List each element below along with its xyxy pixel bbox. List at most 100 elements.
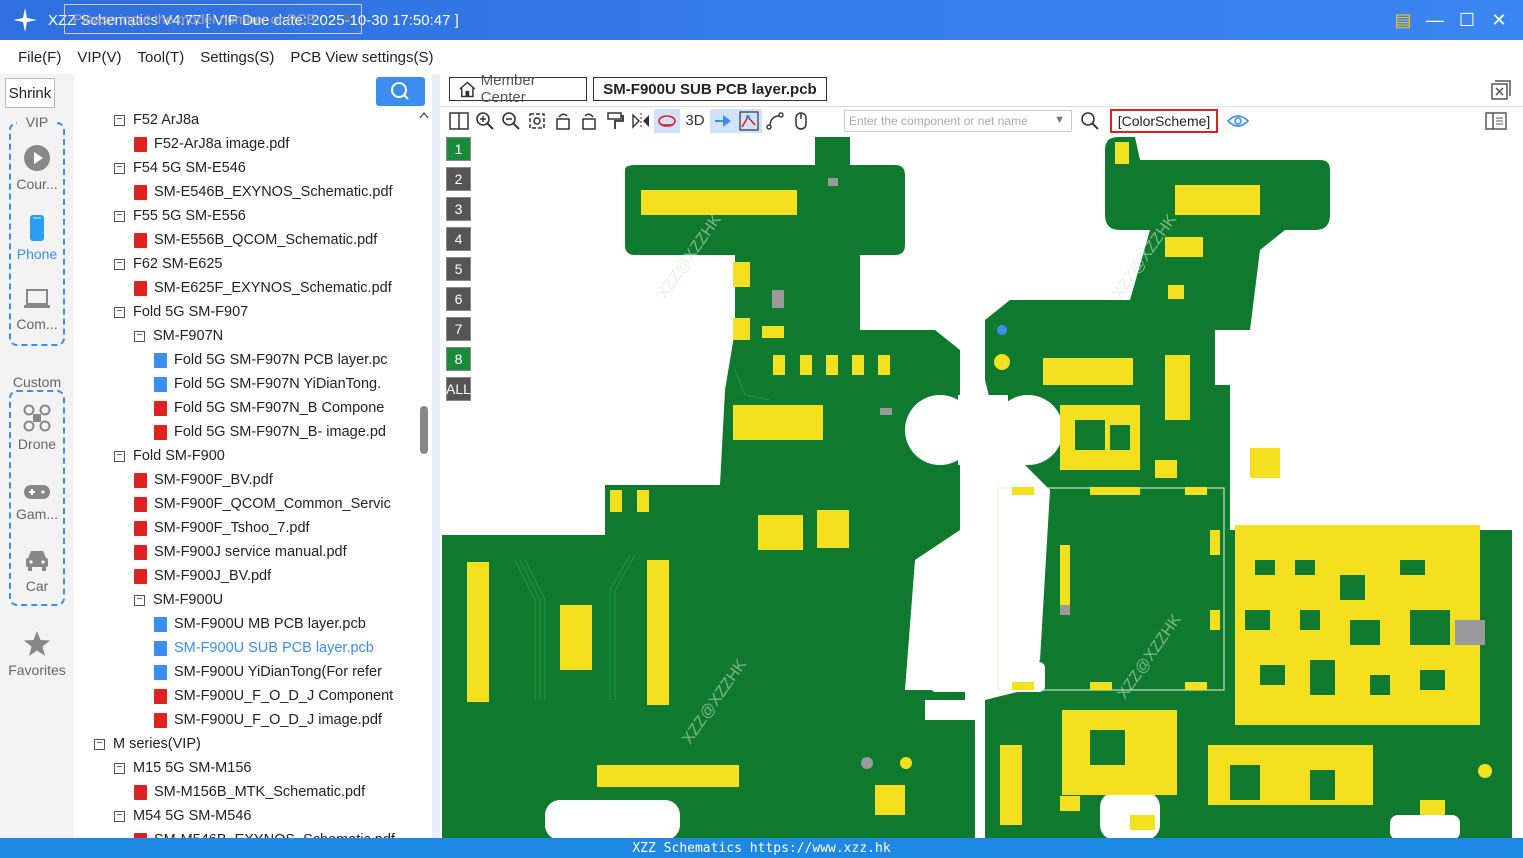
tree-folder[interactable]: − SM-F900U xyxy=(134,588,223,612)
layer-button-8[interactable]: 8 xyxy=(446,347,471,371)
vip-bag-icon[interactable]: ▤ xyxy=(1393,10,1413,30)
zoom-out-icon[interactable] xyxy=(498,109,524,133)
tree-folder[interactable]: − F55 5G SM-E556 xyxy=(114,204,246,228)
nav-phone[interactable]: Phone xyxy=(0,214,74,262)
tree-folder[interactable]: − Fold SM-F900 xyxy=(114,444,225,468)
collapse-icon[interactable]: − xyxy=(134,330,145,342)
minimize-button[interactable]: — xyxy=(1425,10,1445,30)
tree-folder[interactable]: − SM-F907N xyxy=(134,324,223,348)
three-d-button[interactable]: 3D xyxy=(680,109,710,133)
ratsnest-icon[interactable] xyxy=(736,108,762,133)
tree-file[interactable]: SM-F900U SUB PCB layer.pcb xyxy=(154,636,374,660)
tree-scroll-thumb[interactable] xyxy=(420,406,428,454)
tree-file[interactable]: SM-F900J_BV.pdf xyxy=(134,564,271,588)
pcb-canvas[interactable]: XZZ@XZZHK XZZ@XZZHK XZZ@XZZHK XZZ@XZZHK xyxy=(440,134,1523,838)
net-highlight-icon[interactable] xyxy=(654,108,680,133)
measure-icon[interactable] xyxy=(762,109,788,133)
layer-button-all[interactable]: ALL xyxy=(446,377,471,401)
tree-file[interactable]: SM-F900U_F_O_D_J Component xyxy=(154,684,393,708)
component-dropdown-icon[interactable]: ▼ xyxy=(1054,114,1065,126)
close-all-tabs-icon[interactable] xyxy=(1491,80,1511,100)
pin-arrow-icon[interactable] xyxy=(710,108,736,133)
tree-folder[interactable]: − F52 ArJ8a xyxy=(114,108,199,132)
collapse-icon[interactable]: − xyxy=(114,258,125,270)
color-scheme-button[interactable]: [ColorScheme] xyxy=(1110,109,1218,133)
tree-folder[interactable]: − Fold 5G SM-F907 xyxy=(114,300,248,324)
menu-settings[interactable]: Settings(S) xyxy=(200,49,274,66)
collapse-icon[interactable]: − xyxy=(94,738,105,750)
tree-file[interactable]: SM-F900J service manual.pdf xyxy=(134,540,347,564)
layer-button-2[interactable]: 2 xyxy=(446,167,471,191)
tree-file[interactable]: SM-F900U MB PCB layer.pcb xyxy=(154,612,366,636)
tree-file[interactable]: Fold 5G SM-F907N YiDianTong. xyxy=(154,372,381,396)
menu-tool[interactable]: Tool(T) xyxy=(138,49,185,66)
eye-icon[interactable] xyxy=(1227,113,1249,129)
tree-file[interactable]: Fold 5G SM-F907N PCB layer.pc xyxy=(154,348,388,372)
model-search-input[interactable]: Please input the model number or PCB ▼ xyxy=(64,4,362,34)
collapse-icon[interactable]: − xyxy=(114,450,125,462)
tree-file[interactable]: Fold 5G SM-F907N_B Compone xyxy=(154,396,384,420)
tree-folder[interactable]: − F62 SM-E625 xyxy=(114,252,222,276)
mouse-icon[interactable] xyxy=(788,109,814,133)
scroll-up-icon[interactable] xyxy=(418,110,430,120)
nav-favorites[interactable]: Favorites xyxy=(0,630,74,678)
tree-file[interactable]: SM-F900F_BV.pdf xyxy=(134,468,273,492)
tree-file[interactable]: SM-E556B_QCOM_Schematic.pdf xyxy=(134,228,377,252)
mirror-icon[interactable] xyxy=(628,109,654,133)
shrink-button[interactable]: Shrink xyxy=(5,78,55,108)
tree-folder[interactable]: − M54 5G SM-M546 xyxy=(114,804,251,828)
zoom-in-icon[interactable] xyxy=(472,109,498,133)
nav-car[interactable]: Car xyxy=(0,546,74,594)
nav-courses[interactable]: Cour... xyxy=(0,144,74,192)
rotate-left-icon[interactable] xyxy=(550,109,576,133)
collapse-icon[interactable]: − xyxy=(114,162,125,174)
tree-file[interactable]: SM-M156B_MTK_Schematic.pdf xyxy=(134,780,365,804)
component-search-icon[interactable] xyxy=(1080,111,1100,131)
maximize-button[interactable]: ☐ xyxy=(1457,10,1477,30)
tree-folder[interactable]: − M series(VIP) xyxy=(94,732,201,756)
collapse-icon[interactable]: − xyxy=(114,306,125,318)
menu-vip[interactable]: VIP(V) xyxy=(77,49,121,66)
nav-computer[interactable]: Com... xyxy=(0,284,74,332)
tree-file[interactable]: SM-F900U YiDianTong(For refer xyxy=(154,660,382,684)
layer-button-3[interactable]: 3 xyxy=(446,197,471,221)
tree-folder[interactable]: − M15 5G SM-M156 xyxy=(114,756,251,780)
component-search-input[interactable]: Enter the component or net name ▼ xyxy=(844,110,1072,132)
tree-file[interactable]: SM-F900F_Tshoo_7.pdf xyxy=(134,516,310,540)
collapse-icon[interactable]: − xyxy=(134,594,145,606)
tab-member-center[interactable]: Member Center xyxy=(449,72,587,106)
split-view-icon[interactable] xyxy=(446,109,472,133)
tree-file[interactable]: SM-E546B_EXYNOS_Schematic.pdf xyxy=(134,180,393,204)
tree-file[interactable]: F52-ArJ8a image.pdf xyxy=(134,132,289,156)
tree-file[interactable]: SM-F900F_QCOM_Common_Servic xyxy=(134,492,391,516)
collapse-icon[interactable]: − xyxy=(114,114,125,126)
layer-button-1[interactable]: 1 xyxy=(446,137,471,161)
pane-splitter[interactable] xyxy=(432,74,440,838)
nav-drone[interactable]: Drone xyxy=(0,404,74,452)
collapse-icon[interactable]: − xyxy=(114,810,125,822)
pcb-board-drawing[interactable]: XZZ@XZZHK XZZ@XZZHK XZZ@XZZHK XZZ@XZZHK xyxy=(440,134,1523,838)
rotate-right-icon[interactable] xyxy=(576,109,602,133)
search-button[interactable] xyxy=(376,77,425,106)
tree-file[interactable]: SM-M546B_EXYNOS_Schematic.pdf xyxy=(134,828,395,838)
layer-button-7[interactable]: 7 xyxy=(446,317,471,341)
tree-file[interactable]: SM-F900U_F_O_D_J image.pdf xyxy=(154,708,382,732)
collapse-icon[interactable]: − xyxy=(114,762,125,774)
fit-view-icon[interactable] xyxy=(524,109,550,133)
layer-button-6[interactable]: 6 xyxy=(446,287,471,311)
layer-button-4[interactable]: 4 xyxy=(446,227,471,251)
tab-pcb-file[interactable]: SM-F900U SUB PCB layer.pcb xyxy=(593,77,827,101)
nav-game[interactable]: Gam... xyxy=(0,482,74,522)
tree-file[interactable]: Fold 5G SM-F907N_B- image.pd xyxy=(154,420,386,444)
layer-button-5[interactable]: 5 xyxy=(446,257,471,281)
side-panel-icon[interactable] xyxy=(1485,112,1507,130)
collapse-icon[interactable]: − xyxy=(114,210,125,222)
tree-folder[interactable]: − F54 5G SM-E546 xyxy=(114,156,246,180)
tree-file[interactable]: SM-E625F_EXYNOS_Schematic.pdf xyxy=(134,276,392,300)
tree-scrollbar[interactable] xyxy=(418,110,430,838)
menu-file[interactable]: File(F) xyxy=(18,49,61,66)
format-painter-icon[interactable] xyxy=(602,109,628,133)
chevron-down-icon[interactable]: ▼ xyxy=(341,11,353,25)
close-button[interactable]: ✕ xyxy=(1489,10,1509,30)
menu-pcb-view-settings[interactable]: PCB View settings(S) xyxy=(290,49,433,66)
